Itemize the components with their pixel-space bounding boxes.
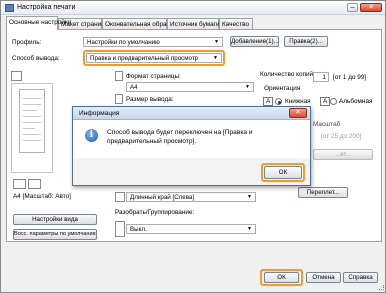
dialog-close-button[interactable]: ✕ (289, 108, 307, 118)
printer-icon (5, 4, 14, 12)
cancel-button[interactable]: Отмена (306, 272, 341, 283)
output-method-value: Правка и предварительный просмотр (90, 55, 199, 62)
chevron-down-icon: ▼ (213, 55, 218, 61)
printer-view-icon[interactable] (13, 179, 26, 189)
collate-value: Выкл. (130, 226, 147, 233)
portrait-icon: A (263, 97, 274, 106)
edit-profile-button[interactable]: Правка(2)... (284, 36, 328, 47)
page-format-value: A4 (130, 84, 138, 91)
output-size-icon (115, 94, 123, 104)
orientation-label: Ориентация (264, 85, 301, 92)
minimize-button[interactable]: – (347, 3, 358, 12)
binding-button[interactable]: Переплет... (298, 187, 348, 198)
page-format-label: Формат страницы: (126, 73, 181, 80)
output-size-label: Размер вывода: (126, 96, 174, 103)
info-icon: i (85, 129, 98, 142)
preview-caption: A4 [Масштаб: Авто] (13, 193, 71, 200)
page-thumbnail (19, 89, 45, 153)
ok-button[interactable]: ОК (264, 272, 299, 283)
collate-icon (115, 221, 125, 237)
chevron-down-icon: ▼ (214, 39, 219, 45)
dialog-title-bar: Информация ✕ (73, 107, 310, 120)
layout-view-icon[interactable] (11, 71, 22, 81)
copies-label: Количество копий: (260, 71, 315, 78)
output-method-label: Способ вывода: (12, 55, 60, 62)
collate-label: Разобрать/Группирование: (115, 209, 195, 216)
add-profile-button[interactable]: Добавление(1)... (230, 36, 279, 47)
help-button[interactable]: Справка (343, 272, 378, 283)
tab-quality[interactable]: Качество (219, 18, 253, 29)
scale-label: Масштаб (313, 121, 341, 128)
chevron-down-icon: ▼ (245, 84, 250, 90)
dialog-message: Способ вывода будет переключен на [Правк… (107, 129, 253, 145)
binding-value: Длинный край [Слева] (130, 194, 195, 201)
output-method-select[interactable]: Правка и предварительный просмотр ▼ (86, 53, 222, 63)
tab-basic-settings[interactable]: Основные настройки (6, 16, 71, 30)
collate-select[interactable]: Выкл. ▼ (126, 224, 256, 234)
chevron-down-icon: ▼ (247, 226, 252, 232)
page-format-icon (115, 71, 123, 81)
profile-select[interactable]: Настройки по умолчанию ▼ (83, 37, 223, 47)
view-settings-button[interactable]: Настройки вида (13, 214, 97, 225)
close-button[interactable]: ✕ (360, 3, 382, 12)
copies-range: [от 1 до 99] (333, 74, 367, 81)
portrait-label: Книжная (285, 98, 311, 105)
restore-defaults-button[interactable]: Восс. параметры по умолчанию (13, 229, 97, 240)
watermark-button[interactable]: ...ет... (313, 149, 373, 160)
chevron-down-icon: ▼ (247, 194, 252, 200)
title-bar: Настройка печати – ✕ (1, 1, 385, 15)
dialog-title: Информация (79, 110, 120, 117)
landscape-icon: A (320, 97, 331, 106)
info-dialog: Информация ✕ i Способ вывода будет перек… (72, 106, 311, 186)
scale-range: [от 25 до 200] (321, 133, 362, 140)
binding-icon (115, 192, 125, 202)
tab-paper-source[interactable]: Источник бумаги (167, 18, 220, 29)
profile-label: Профиль: (12, 39, 42, 46)
landscape-label: Альбомная (339, 98, 373, 105)
copies-input[interactable]: 1 (313, 72, 329, 82)
window-title: Настройка печати (17, 4, 76, 11)
page-format-select[interactable]: A4 ▼ (126, 82, 254, 92)
dialog-ok-button[interactable]: ОК (264, 166, 302, 179)
profile-value: Настройки по умолчанию (87, 39, 160, 46)
portrait-radio[interactable] (275, 98, 282, 105)
landscape-radio[interactable] (330, 98, 337, 105)
tab-finishing[interactable]: Оконвательная обработка (102, 18, 183, 29)
settings-view-icon[interactable] (28, 179, 41, 189)
binding-select[interactable]: Длинный край [Слева] ▼ (126, 192, 256, 202)
resize-grip[interactable] (379, 285, 384, 290)
